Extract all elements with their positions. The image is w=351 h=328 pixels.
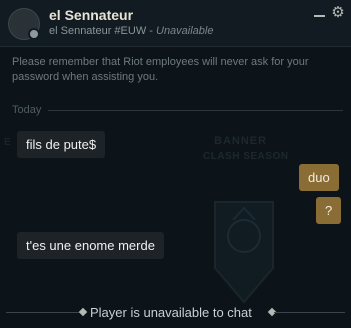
message-outgoing: ? bbox=[316, 197, 342, 224]
subtitle-separator: - bbox=[146, 25, 156, 37]
message-outgoing: duo bbox=[299, 164, 339, 191]
minimize-icon[interactable] bbox=[313, 7, 327, 21]
clash-banner-emblem bbox=[214, 201, 274, 304]
date-divider: Today bbox=[12, 103, 343, 117]
footer-line-right bbox=[274, 312, 345, 313]
security-notice: Please remember that Riot employees will… bbox=[12, 56, 309, 83]
background-left-fragment: E bbox=[4, 137, 11, 148]
player-tag: el Sennateur #EUW bbox=[49, 25, 147, 37]
status-dot-icon bbox=[28, 28, 40, 40]
divider-line bbox=[48, 110, 343, 111]
avatar[interactable] bbox=[8, 8, 40, 40]
footer-line-left bbox=[6, 312, 83, 313]
date-divider-label: Today bbox=[12, 104, 42, 116]
diamond-icon bbox=[78, 307, 88, 317]
player-status: Unavailable bbox=[156, 25, 214, 37]
banner-title: BANNER bbox=[214, 135, 268, 147]
banner-subtitle: CLASH SEASON bbox=[203, 151, 289, 162]
message-incoming: t'es une enome merde bbox=[17, 232, 164, 259]
player-subtitle: el Sennateur #EUW - Unavailable bbox=[49, 25, 213, 37]
chat-footer: Player is unavailable to chat bbox=[0, 301, 351, 323]
chat-header: el Sennateur el Sennateur #EUW - Unavail… bbox=[0, 0, 351, 47]
gear-icon[interactable]: ⚙ bbox=[331, 5, 345, 20]
message-incoming: fils de pute$ bbox=[17, 131, 106, 158]
player-name: el Sennateur bbox=[49, 7, 134, 23]
unavailable-notice: Player is unavailable to chat bbox=[90, 305, 252, 320]
